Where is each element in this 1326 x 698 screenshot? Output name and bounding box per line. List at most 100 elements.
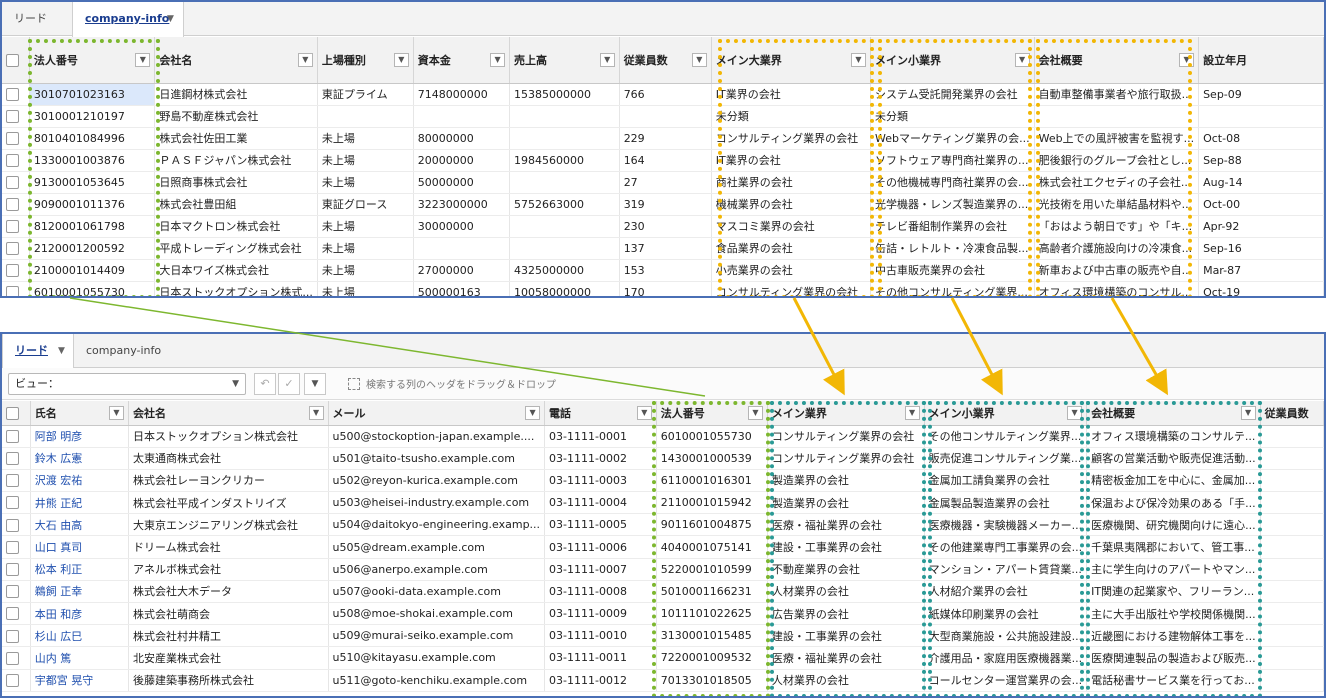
table-cell[interactable]: 1430001000539 bbox=[656, 447, 768, 470]
table-cell[interactable]: 電話秘書サービス業を行ってお... bbox=[1086, 669, 1261, 692]
row-checkbox[interactable] bbox=[6, 518, 19, 532]
chevron-down-icon[interactable]: ▼ bbox=[851, 52, 866, 67]
table-row[interactable]: 2120001200592 平成トレーディング株式会社 未上場 137 食品業界の会社缶… bbox=[2, 237, 1324, 260]
row-checkbox[interactable] bbox=[6, 474, 19, 488]
table-cell[interactable]: 医療機関、研究機関向けに遠心... bbox=[1086, 513, 1261, 537]
row-checkbox-cell[interactable] bbox=[2, 105, 30, 128]
table-cell[interactable] bbox=[1198, 105, 1324, 128]
table-cell[interactable]: 7148000000 bbox=[413, 83, 511, 106]
row-checkbox[interactable] bbox=[6, 673, 19, 687]
chevron-down-icon[interactable]: ▼ bbox=[167, 2, 174, 36]
table-row[interactable]: 杉山 広巳 株式会社村井精工 u509@murai-seiko.example.co… bbox=[2, 624, 1324, 648]
table-row[interactable]: 井熊 正紀 株式会社平成インダストリイズ u503@heisei-industry.… bbox=[2, 491, 1324, 515]
row-checkbox[interactable] bbox=[6, 241, 19, 255]
row-checkbox-cell[interactable] bbox=[2, 602, 31, 626]
chevron-down-icon[interactable]: ▼ bbox=[1014, 52, 1030, 67]
table-cell[interactable]: 319 bbox=[619, 193, 712, 216]
table-cell[interactable]: 大日本ワイズ株式会社 bbox=[154, 259, 318, 282]
table-cell[interactable]: u505@dream.example.com bbox=[328, 535, 546, 559]
col-header[interactable]: メール ▼ bbox=[328, 401, 546, 426]
table-cell[interactable]: u508@moe-shokai.example.com bbox=[328, 602, 546, 626]
table-cell[interactable]: 未分類 bbox=[870, 105, 1035, 128]
table-cell[interactable]: Aug-14 bbox=[1198, 171, 1324, 194]
row-checkbox-cell[interactable] bbox=[2, 215, 30, 238]
table-cell[interactable] bbox=[413, 237, 511, 260]
row-checkbox-cell[interactable] bbox=[2, 447, 31, 470]
table-cell[interactable]: 5010001166231 bbox=[656, 580, 768, 604]
table-cell[interactable] bbox=[509, 127, 620, 150]
table-cell[interactable]: 建設・工事業界の会社 bbox=[767, 624, 925, 648]
chevron-down-icon[interactable]: ▼ bbox=[525, 405, 541, 420]
table-cell[interactable] bbox=[1260, 669, 1324, 692]
table-cell[interactable] bbox=[1260, 447, 1324, 470]
table-cell[interactable]: 広告業界の会社 bbox=[767, 602, 925, 626]
table-cell[interactable]: オフィス環境構築のコンサルテ... bbox=[1086, 425, 1261, 448]
table-cell[interactable]: 近畿圏における建物解体工事を... bbox=[1086, 624, 1261, 648]
table-cell[interactable]: 3010001210197 bbox=[29, 105, 156, 128]
table-cell[interactable]: 商社業界の会社 bbox=[711, 171, 872, 194]
table-cell[interactable]: 「おはよう朝日です」や「キ... bbox=[1034, 215, 1200, 238]
row-checkbox[interactable] bbox=[6, 651, 19, 665]
col-header[interactable]: 電話 ▼ bbox=[544, 401, 657, 426]
table-cell[interactable]: Web上での風評被害を監視す... bbox=[1034, 127, 1200, 150]
table-cell[interactable]: 缶詰・レトルト・冷凍食品製... bbox=[870, 237, 1035, 260]
row-checkbox-cell[interactable] bbox=[2, 558, 31, 581]
row-checkbox[interactable] bbox=[6, 585, 19, 599]
table-cell[interactable]: 03-1111-0010 bbox=[544, 624, 657, 648]
table-cell[interactable]: 医療関連製品の製造および販売... bbox=[1086, 646, 1261, 670]
table-row[interactable]: 2100001014409 大日本ワイズ株式会社 未上場 27000000 432500… bbox=[2, 259, 1324, 282]
col-header[interactable]: 資本金 ▼ bbox=[413, 37, 511, 84]
select-all-checkbox[interactable] bbox=[6, 53, 19, 67]
row-checkbox[interactable] bbox=[6, 285, 19, 296]
col-header[interactable]: 会社概要 ▼ bbox=[1086, 401, 1261, 426]
table-cell[interactable]: 2120001200592 bbox=[29, 237, 156, 260]
table-cell[interactable]: 未上場 bbox=[317, 259, 414, 282]
chevron-down-icon[interactable]: ▼ bbox=[1179, 52, 1195, 67]
col-header[interactable]: 設立年月 bbox=[1198, 37, 1324, 84]
col-header[interactable]: メイン小業界 ▼ bbox=[924, 401, 1088, 426]
row-checkbox[interactable] bbox=[6, 629, 19, 643]
lead-name-link[interactable]: 山口 真司 bbox=[30, 535, 130, 559]
table-cell[interactable]: 医療・福祉業界の会社 bbox=[767, 646, 925, 670]
table-cell[interactable] bbox=[413, 105, 511, 128]
lead-name-link[interactable]: 松本 利正 bbox=[30, 558, 130, 581]
view-select[interactable]: ビュー： ▼ bbox=[8, 373, 246, 395]
chevron-down-icon[interactable]: ▼ bbox=[109, 405, 124, 420]
row-checkbox[interactable] bbox=[6, 175, 19, 189]
table-cell[interactable]: 03-1111-0003 bbox=[544, 469, 657, 493]
chevron-down-icon[interactable]: ▼ bbox=[1067, 405, 1083, 420]
table-cell[interactable]: 自動車整備事業者や旅行取扱... bbox=[1034, 83, 1200, 106]
table-cell[interactable]: 5220001010599 bbox=[656, 558, 768, 581]
table-cell[interactable]: u510@kitayasu.example.com bbox=[328, 646, 546, 670]
table-row[interactable]: 8120001061798 日本マクトロン株式会社 未上場 30000000 230 マス… bbox=[2, 215, 1324, 238]
table-cell[interactable]: 15385000000 bbox=[509, 83, 620, 106]
chevron-down-icon[interactable]: ▼ bbox=[1240, 405, 1256, 420]
table-cell[interactable]: 高齢者介護施設向けの冷凍食... bbox=[1034, 237, 1200, 260]
table-cell[interactable]: IT業界の会社 bbox=[711, 149, 872, 172]
table-cell[interactable]: 北安産業株式会社 bbox=[128, 646, 329, 670]
table-cell[interactable]: 9130001053645 bbox=[29, 171, 156, 194]
table-cell[interactable]: 230 bbox=[619, 215, 712, 238]
table-cell[interactable]: 日本マクトロン株式会社 bbox=[154, 215, 318, 238]
table-cell[interactable]: 人材業界の会社 bbox=[767, 580, 925, 604]
table-cell[interactable]: 7013301018505 bbox=[656, 669, 768, 692]
col-header[interactable]: 会社名 ▼ bbox=[128, 401, 329, 426]
row-checkbox-cell[interactable] bbox=[2, 491, 31, 515]
table-cell[interactable]: 太東通商株式会社 bbox=[128, 447, 329, 470]
table-cell[interactable]: 5752663000 bbox=[509, 193, 620, 216]
chevron-down-icon[interactable]: ▼ bbox=[904, 405, 920, 420]
table-row[interactable]: 1330001003876 ＰＡＳＦジャパン株式会社 未上場 20000000 1984… bbox=[2, 149, 1324, 172]
chevron-down-icon[interactable]: ▼ bbox=[393, 52, 409, 67]
table-cell[interactable]: その他建業専門工事業界の会... bbox=[924, 535, 1088, 559]
table-cell[interactable]: 紙媒体印刷業界の会社 bbox=[924, 602, 1088, 626]
chevron-down-icon[interactable]: ▼ bbox=[490, 52, 506, 67]
table-cell[interactable]: 30000000 bbox=[413, 215, 511, 238]
table-cell[interactable]: 株式会社佐田工業 bbox=[154, 127, 318, 150]
table-row[interactable]: 3010001210197 野島不動産株式会社 未分類 未分類 bbox=[2, 105, 1324, 128]
table-cell[interactable] bbox=[1034, 105, 1200, 128]
table-cell[interactable]: u509@murai-seiko.example.com bbox=[328, 624, 546, 648]
table-row[interactable]: 本田 和彦 株式会社萌商会 u508@moe-shokai.example.com 0… bbox=[2, 602, 1324, 626]
table-cell[interactable]: 後藤建築事務所株式会社 bbox=[128, 669, 329, 692]
col-header[interactable]: 売上高 ▼ bbox=[509, 37, 620, 84]
table-cell[interactable]: u506@anerpo.example.com bbox=[328, 558, 546, 581]
